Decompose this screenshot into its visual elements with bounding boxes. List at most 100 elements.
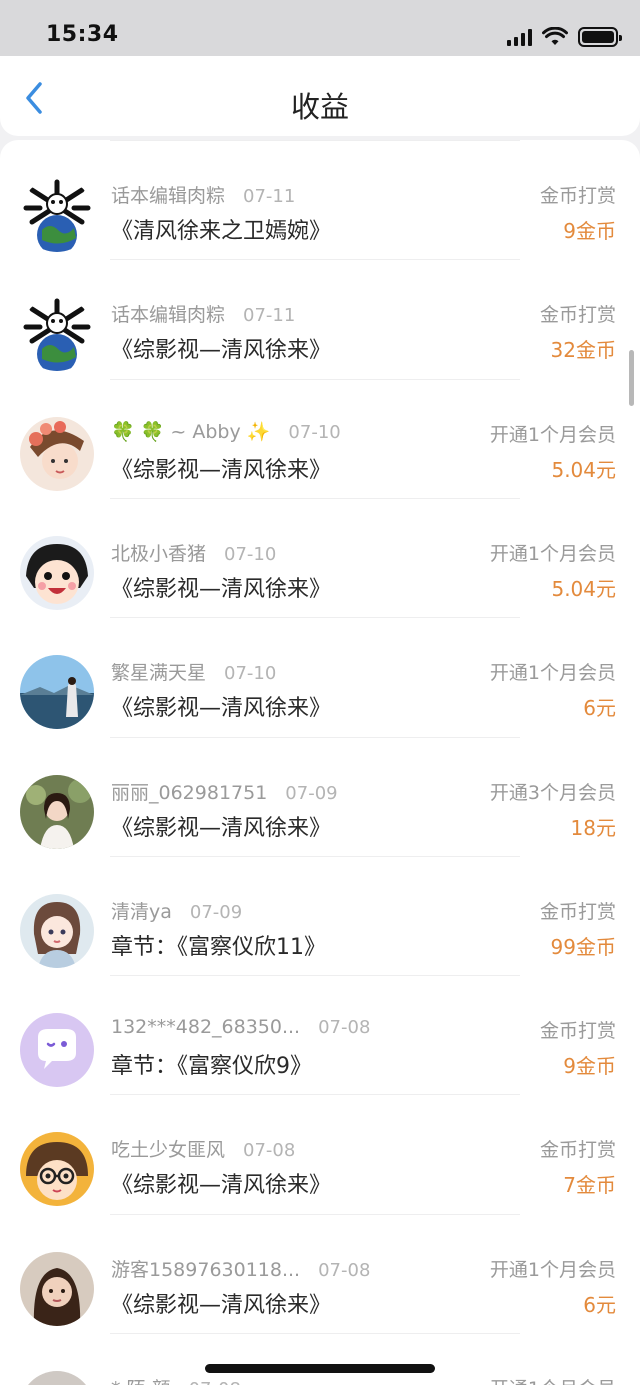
earnings-row[interactable]: 繁星满天星 07-10 《综影视—清风徐来》 开通1个月会员 6元 xyxy=(0,617,640,736)
book-title: 章节：《富察仪欣11》 xyxy=(111,934,326,960)
user-name: 吃土少女匪风 xyxy=(111,1139,226,1162)
wifi-icon xyxy=(542,27,568,45)
avatar[interactable] xyxy=(20,1132,94,1207)
earning-date: 07-10 xyxy=(288,421,341,443)
earnings-row[interactable]: 北极小香猪 07-10 《综影视—清风徐来》 开通1个月会员 5.04元 xyxy=(0,497,640,617)
avatar[interactable] xyxy=(20,1251,94,1326)
earning-type: 开通1个月会员 xyxy=(490,1374,616,1385)
user-name: 北极小香猪 xyxy=(111,542,207,565)
avatar[interactable] xyxy=(20,1013,94,1088)
earning-date: 07-11 xyxy=(243,186,296,207)
avatar[interactable] xyxy=(20,416,94,491)
earning-date: 07-10 xyxy=(224,663,277,685)
book-title: 《综影视—清风徐来》 xyxy=(111,338,332,364)
battery-icon xyxy=(578,27,622,47)
earning-date: 07-10 xyxy=(224,543,277,565)
earnings-list[interactable]: 话本编辑肉粽 07-11 《清风徐来之卫嫣婉》 金币打赏 9金币 话本编辑肉粽 07… xyxy=(0,140,640,1385)
earning-type: 金币打赏 xyxy=(539,1020,616,1043)
home-indicator[interactable] xyxy=(205,1364,435,1373)
earning-type: 开通1个月会员 xyxy=(489,662,616,685)
nav-bar: 收益 xyxy=(0,56,640,136)
book-title: 《综影视—清风徐来》 xyxy=(111,815,332,841)
user-name: * 陌 颜 xyxy=(111,1378,171,1385)
earnings-row[interactable]: 话本编辑肉粽 07-11 《综影视—清风徐来》 金币打赏 32金币 xyxy=(0,259,640,378)
avatar[interactable] xyxy=(20,297,94,372)
earning-type: 金币打赏 xyxy=(539,304,616,327)
user-line: 北极小香猪 07-10 xyxy=(111,539,276,566)
row-divider xyxy=(110,140,520,141)
earning-date: 07-08 xyxy=(318,1259,371,1281)
earning-date: 07-09 xyxy=(189,901,243,923)
row-divider xyxy=(110,975,520,977)
earning-amount: 5.04元 xyxy=(551,576,616,601)
user-name: 话本编辑肉粽 xyxy=(111,304,226,327)
book-title: 《清风徐来之卫嫣婉》 xyxy=(111,219,332,244)
user-name: 🍀 🍀 ~ Abby ✨ xyxy=(111,420,271,443)
user-name: 话本编辑肉粽 xyxy=(111,185,226,207)
user-line: 132***482_68350... 07-08 xyxy=(111,1016,370,1038)
earnings-row[interactable]: 🍀 🍀 ~ Abby ✨ 07-10 《综影视—清风徐来》 开通1个月会员 5.0… xyxy=(0,378,640,498)
earnings-row[interactable]: 丽丽_062981751 07-09 《综影视—清风徐来》 开通3个月会员 18元 xyxy=(0,736,640,856)
row-divider xyxy=(110,1333,520,1334)
signal-icon xyxy=(507,28,532,46)
avatar[interactable] xyxy=(20,893,94,968)
earning-amount: 32金币 xyxy=(550,338,616,363)
earning-type: 开通1个月会员 xyxy=(489,423,616,446)
user-line: 话本编辑肉粽 07-11 xyxy=(111,181,295,208)
status-time: 15:34 xyxy=(46,22,119,47)
book-title: 《综影视—清风徐来》 xyxy=(111,576,332,602)
earning-type: 金币打赏 xyxy=(539,1139,616,1162)
row-divider xyxy=(110,378,520,380)
earning-date: 07-09 xyxy=(285,782,338,804)
user-name: 游客15897630118... xyxy=(111,1258,301,1281)
row-divider xyxy=(110,736,520,738)
avatar-skull-globe-icon xyxy=(20,297,94,372)
avatar-skull-globe-icon xyxy=(20,178,94,252)
avatar[interactable] xyxy=(20,535,94,610)
book-title: 《综影视—清风徐来》 xyxy=(111,457,332,483)
avatar[interactable] xyxy=(20,1371,94,1385)
earning-date: 07-08 xyxy=(243,1140,296,1162)
book-title: 《综影视—清风徐来》 xyxy=(111,696,332,722)
scrollbar[interactable] xyxy=(629,350,634,406)
earning-type: 开通3个月会员 xyxy=(489,781,616,804)
earning-amount: 9金币 xyxy=(563,1054,616,1079)
earnings-row[interactable]: 游客15897630118... 07-08 《综影视—清风徐来》 开通1个月会员… xyxy=(0,1213,640,1333)
earnings-row[interactable]: 132***482_68350... 07-08 章节：《富察仪欣9》 金币打赏 … xyxy=(0,975,640,1094)
avatar[interactable] xyxy=(20,655,94,730)
earning-type: 金币打赏 xyxy=(539,900,616,923)
page-title: 收益 xyxy=(290,90,349,124)
user-name: 丽丽_062981751 xyxy=(111,781,268,804)
book-title: 《综影视—清风徐来》 xyxy=(111,1173,332,1199)
status-icons xyxy=(507,26,622,48)
avatar[interactable] xyxy=(20,774,94,849)
earning-amount: 5.04元 xyxy=(551,457,616,482)
earnings-row[interactable]: 话本编辑肉粽 07-11 《清风徐来之卫嫣婉》 金币打赏 9金币 xyxy=(0,140,640,259)
book-title: 《综影视—清风徐来》 xyxy=(111,1292,332,1318)
earnings-row[interactable]: 吃土少女匪风 07-08 《综影视—清风徐来》 金币打赏 7金币 xyxy=(0,1094,640,1213)
earning-amount: 18元 xyxy=(570,815,616,840)
user-line: 游客15897630118... 07-08 xyxy=(111,1255,370,1282)
user-line: 话本编辑肉粽 07-11 xyxy=(111,300,295,327)
status-bar: 15:34 xyxy=(0,0,640,56)
row-divider xyxy=(110,855,520,857)
earning-date: 07-11 xyxy=(243,305,296,327)
earning-type: 开通1个月会员 xyxy=(489,1258,616,1281)
earning-type: 开通1个月会员 xyxy=(489,542,616,565)
earning-amount: 99金币 xyxy=(550,934,616,959)
earning-date: 07-08 xyxy=(189,1379,241,1385)
row-divider xyxy=(110,1094,520,1096)
user-line: 吃土少女匪风 07-08 xyxy=(111,1135,295,1162)
row-divider xyxy=(110,617,520,619)
earnings-row[interactable]: * 陌 颜 07-08 开通1个月会员 xyxy=(0,1333,640,1385)
earning-date: 07-08 xyxy=(318,1017,371,1039)
book-title: 章节：《富察仪欣9》 xyxy=(111,1054,312,1080)
user-name: 132***482_68350... xyxy=(111,1016,301,1039)
user-name: 清清ya xyxy=(111,900,172,923)
earnings-row[interactable]: 清清ya 07-09 章节：《富察仪欣11》 金币打赏 99金币 xyxy=(0,855,640,975)
avatar[interactable] xyxy=(20,178,94,252)
user-line: 🍀 🍀 ~ Abby ✨ 07-10 xyxy=(111,420,341,443)
user-line: 清清ya 07-09 xyxy=(111,897,242,924)
row-divider xyxy=(110,497,520,499)
user-line: 丽丽_062981751 07-09 xyxy=(111,778,338,805)
